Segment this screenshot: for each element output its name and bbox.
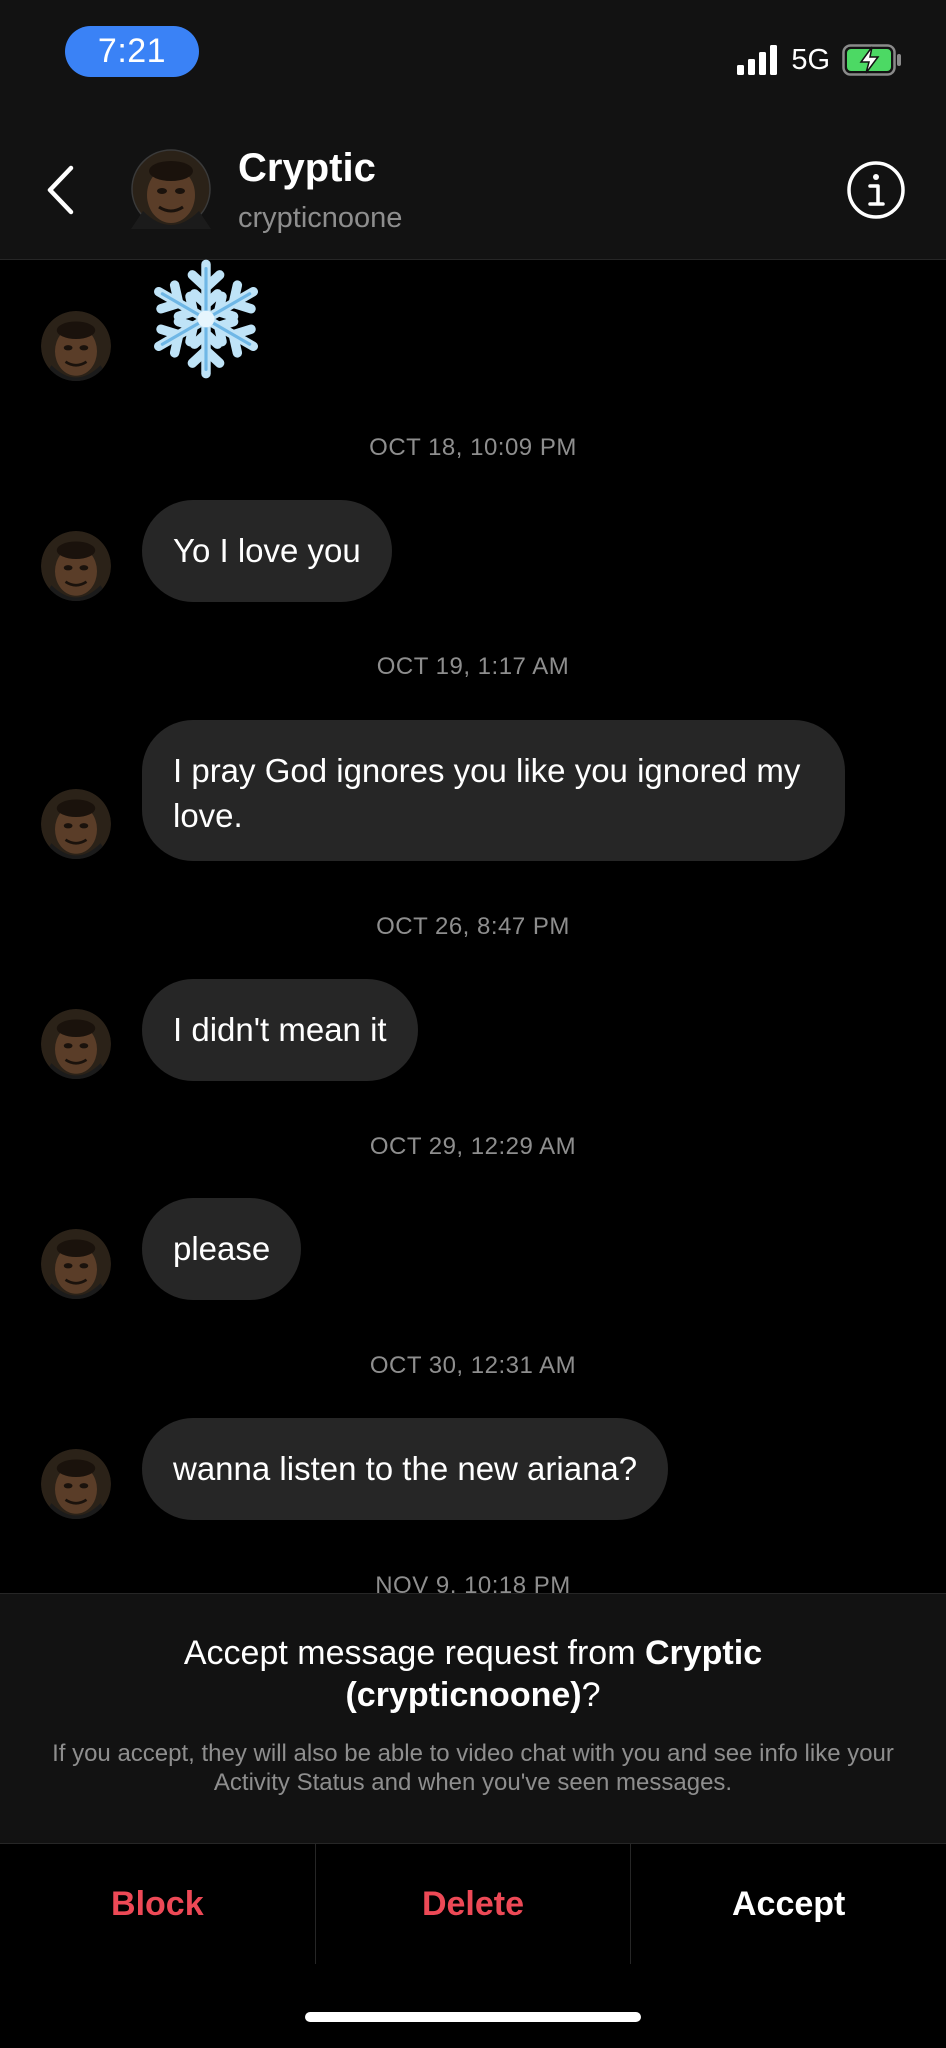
avatar[interactable] [41, 311, 111, 381]
back-button[interactable] [40, 160, 80, 220]
conversation-header: 7:21 5G Cryptic crypticnoone [0, 0, 946, 260]
message-timestamp: OCT 18, 10:09 PM [369, 434, 577, 461]
snowflake-icon[interactable] [143, 256, 269, 382]
contact-username[interactable]: crypticnoone [238, 202, 402, 235]
request-actions: Block Delete Accept [0, 1843, 946, 1964]
request-title-prefix: Accept message request from [183, 1634, 645, 1672]
block-button[interactable]: Block [0, 1844, 315, 1964]
message-bubble[interactable]: Yo I love you [142, 500, 392, 602]
avatar[interactable] [41, 1449, 111, 1519]
message-request-panel [0, 1593, 946, 1844]
avatar[interactable] [41, 789, 111, 859]
request-title-username: (crypticnoone) [345, 1676, 582, 1714]
delete-button[interactable]: Delete [314, 1844, 631, 1964]
message-timestamp: OCT 30, 12:31 AM [369, 1352, 577, 1379]
info-icon[interactable] [846, 160, 906, 220]
message-timestamp: OCT 19, 1:17 AM [376, 653, 570, 680]
message-bubble[interactable]: wanna listen to the new ariana? [142, 1418, 669, 1520]
avatar[interactable] [41, 1009, 111, 1079]
message-bubble[interactable]: please [142, 1198, 302, 1300]
avatar[interactable] [41, 1229, 111, 1299]
request-title-suffix: ? [581, 1676, 601, 1714]
avatar[interactable] [41, 531, 111, 601]
chevron-left-icon [47, 165, 74, 215]
message-timestamp: OCT 26, 8:47 PM [376, 913, 570, 940]
network-label: 5G [791, 43, 830, 76]
battery-charging-icon [842, 44, 901, 76]
status-time: 7:21 [65, 26, 199, 77]
avatar[interactable] [131, 149, 211, 229]
request-note: If you accept, they will also be able to… [52, 1740, 894, 1796]
status-icons: 5G [737, 40, 902, 80]
message-timestamp: OCT 29, 12:29 AM [369, 1133, 577, 1160]
home-indicator[interactable] [305, 2012, 641, 2022]
message-bubble[interactable]: I pray God ignores you like you ignored … [142, 720, 845, 861]
request-title-name: Cryptic [644, 1634, 763, 1672]
accept-button[interactable]: Accept [630, 1844, 946, 1964]
signal-icon [737, 45, 778, 75]
contact-name[interactable]: Cryptic [238, 146, 376, 191]
message-bubble[interactable]: I didn't mean it [142, 979, 418, 1081]
request-title: Accept message request from Cryptic (cryp… [60, 1632, 886, 1716]
